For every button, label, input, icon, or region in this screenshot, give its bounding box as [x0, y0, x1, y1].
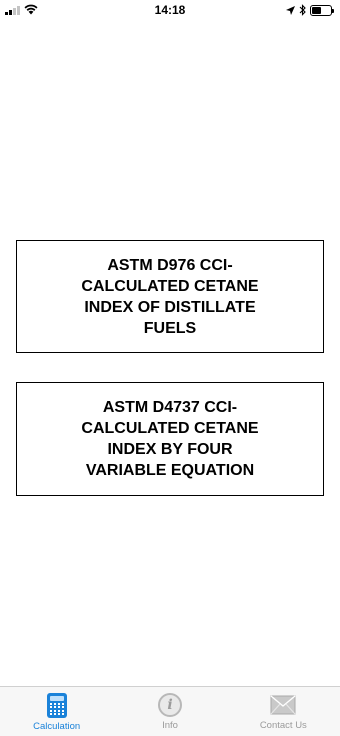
- method-card-label: ASTM D4737 CCI-CALCULATED CETANE INDEX B…: [81, 399, 259, 479]
- tab-calculation[interactable]: Calculation: [0, 687, 113, 736]
- tab-info[interactable]: i Info: [113, 687, 226, 736]
- status-right: [286, 4, 334, 16]
- bluetooth-icon: [299, 4, 306, 16]
- status-bar: 14:18: [0, 0, 340, 20]
- location-arrow-icon: [286, 5, 295, 15]
- tab-label: Contact Us: [259, 720, 307, 731]
- tab-bar: Calculation i Info Contact Us: [0, 686, 340, 736]
- mail-icon: [270, 695, 296, 715]
- method-card-d976[interactable]: ASTM D976 CCI-CALCULATED CETANE INDEX OF…: [16, 240, 324, 353]
- info-icon: i: [157, 693, 182, 717]
- method-card-label: ASTM D976 CCI-CALCULATED CETANE INDEX OF…: [81, 256, 259, 337]
- app-screen: 14:18 ASTM D976 CCI-CALCULATED CETANE IN…: [0, 0, 340, 736]
- calculator-icon: [46, 693, 67, 718]
- tab-label: Calculation: [33, 721, 81, 732]
- method-card-d4737[interactable]: ASTM D4737 CCI-CALCULATED CETANE INDEX B…: [16, 382, 324, 496]
- tab-contact-us[interactable]: Contact Us: [227, 687, 340, 736]
- battery-icon: [310, 4, 334, 16]
- tab-label: Info: [162, 720, 178, 731]
